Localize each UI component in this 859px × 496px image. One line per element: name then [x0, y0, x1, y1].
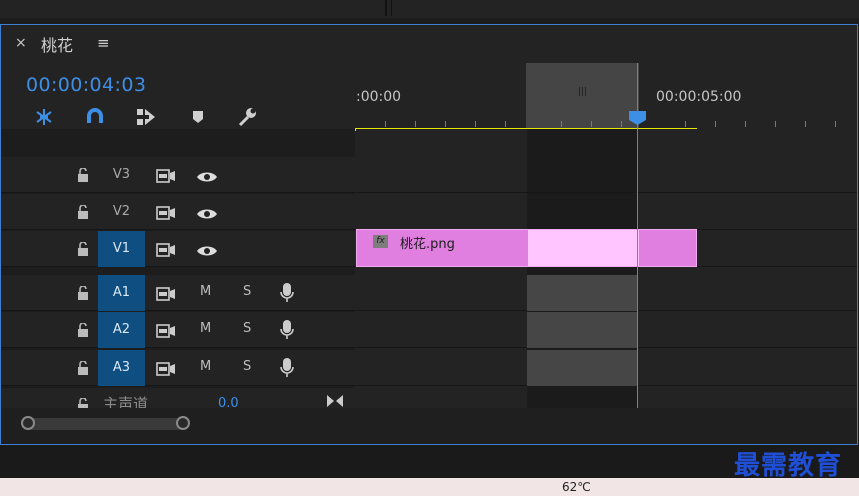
timeline-zoom-scrollbar: [1, 408, 857, 444]
fx-badge: fx: [373, 235, 388, 248]
track-lane-a1[interactable]: [356, 275, 857, 311]
eye-icon[interactable]: [196, 169, 218, 188]
track-header-a2: A2 M S: [1, 312, 355, 348]
track-name[interactable]: A1: [98, 275, 145, 311]
zoom-handle-left[interactable]: [21, 416, 35, 430]
sync-lock-icon[interactable]: [156, 168, 176, 187]
video-clip[interactable]: fx 桃花.png: [356, 229, 697, 267]
lock-icon[interactable]: [77, 360, 89, 379]
in-out-range[interactable]: |||: [526, 63, 639, 129]
zoom-scroll-track[interactable]: [27, 418, 183, 430]
solo-button[interactable]: S: [243, 321, 251, 336]
solo-button[interactable]: S: [243, 284, 251, 299]
linked-selection-icon[interactable]: [134, 105, 158, 129]
lock-icon[interactable]: [77, 241, 89, 260]
sync-lock-icon[interactable]: [156, 323, 176, 342]
panel-divider[interactable]: [391, 0, 392, 16]
track-name[interactable]: V2: [98, 194, 145, 230]
microphone-icon[interactable]: [280, 319, 294, 345]
track-header-v2: V2: [1, 194, 355, 230]
lower-panel: [0, 446, 859, 478]
track-name[interactable]: V3: [98, 157, 145, 193]
magnet-snap-icon[interactable]: [83, 105, 107, 129]
bottom-strip: [0, 478, 859, 496]
lock-icon[interactable]: [77, 322, 89, 341]
time-ruler[interactable]: ||| :00:00 00:00:05:00: [355, 63, 857, 131]
mute-button[interactable]: M: [200, 321, 211, 336]
timeline-panel: × 桃花 ≡ 00:00:04:03 ||| :00:00 00:00:05:0…: [0, 24, 858, 445]
microphone-icon[interactable]: [280, 282, 294, 308]
eye-icon[interactable]: [196, 243, 218, 262]
eye-icon[interactable]: [196, 206, 218, 225]
track-header-v1: V1: [1, 231, 355, 267]
track-name[interactable]: A3: [98, 350, 145, 386]
watermark-logo: 最需教育: [734, 451, 843, 481]
track-name[interactable]: V1: [98, 231, 145, 267]
lock-icon[interactable]: [77, 167, 89, 186]
clip-selected-region: [528, 230, 639, 266]
mute-button[interactable]: M: [200, 284, 211, 299]
track-area[interactable]: fx 桃花.png: [356, 129, 857, 444]
track-lane-a2[interactable]: [356, 312, 857, 348]
settings-wrench-icon[interactable]: [235, 105, 259, 129]
track-lane-v3[interactable]: [356, 157, 857, 193]
track-name[interactable]: A2: [98, 312, 145, 348]
track-lane-a3[interactable]: [356, 350, 857, 386]
lock-icon[interactable]: [77, 285, 89, 304]
track-headers: V3 V2 V1 A1 M S A2 M S A3 M S: [1, 129, 355, 444]
track-header-a3: A3 M S: [1, 350, 355, 386]
microphone-icon[interactable]: [280, 357, 294, 383]
track-lane-v2[interactable]: [356, 194, 857, 230]
sync-lock-icon[interactable]: [156, 242, 176, 261]
ruler-start-label: :00:00: [356, 89, 402, 105]
close-tab-button[interactable]: ×: [15, 35, 27, 51]
panel-menu-icon[interactable]: ≡: [97, 34, 110, 52]
ruler-end-label: 00:00:05:00: [656, 89, 742, 105]
track-header-a1: A1 M S: [1, 275, 355, 311]
insert-snap-icon[interactable]: [32, 105, 56, 129]
solo-button[interactable]: S: [243, 359, 251, 374]
sync-lock-icon[interactable]: [156, 286, 176, 305]
sync-lock-icon[interactable]: [156, 361, 176, 380]
playhead-handle[interactable]: [628, 110, 647, 125]
temperature-readout: 62℃: [562, 480, 591, 494]
sequence-tab-title[interactable]: 桃花: [41, 32, 73, 56]
range-grip[interactable]: |||: [578, 87, 587, 97]
lock-icon[interactable]: [77, 204, 89, 223]
add-marker-icon[interactable]: [186, 105, 210, 129]
sync-lock-icon[interactable]: [156, 205, 176, 224]
playhead-timecode[interactable]: 00:00:04:03: [26, 74, 146, 96]
mute-button[interactable]: M: [200, 359, 211, 374]
track-header-v3: V3: [1, 157, 355, 193]
clip-name: 桃花.png: [400, 237, 455, 252]
zoom-handle-right[interactable]: [176, 416, 190, 430]
top-panel-strip: [0, 0, 859, 18]
panel-divider[interactable]: [385, 0, 387, 16]
